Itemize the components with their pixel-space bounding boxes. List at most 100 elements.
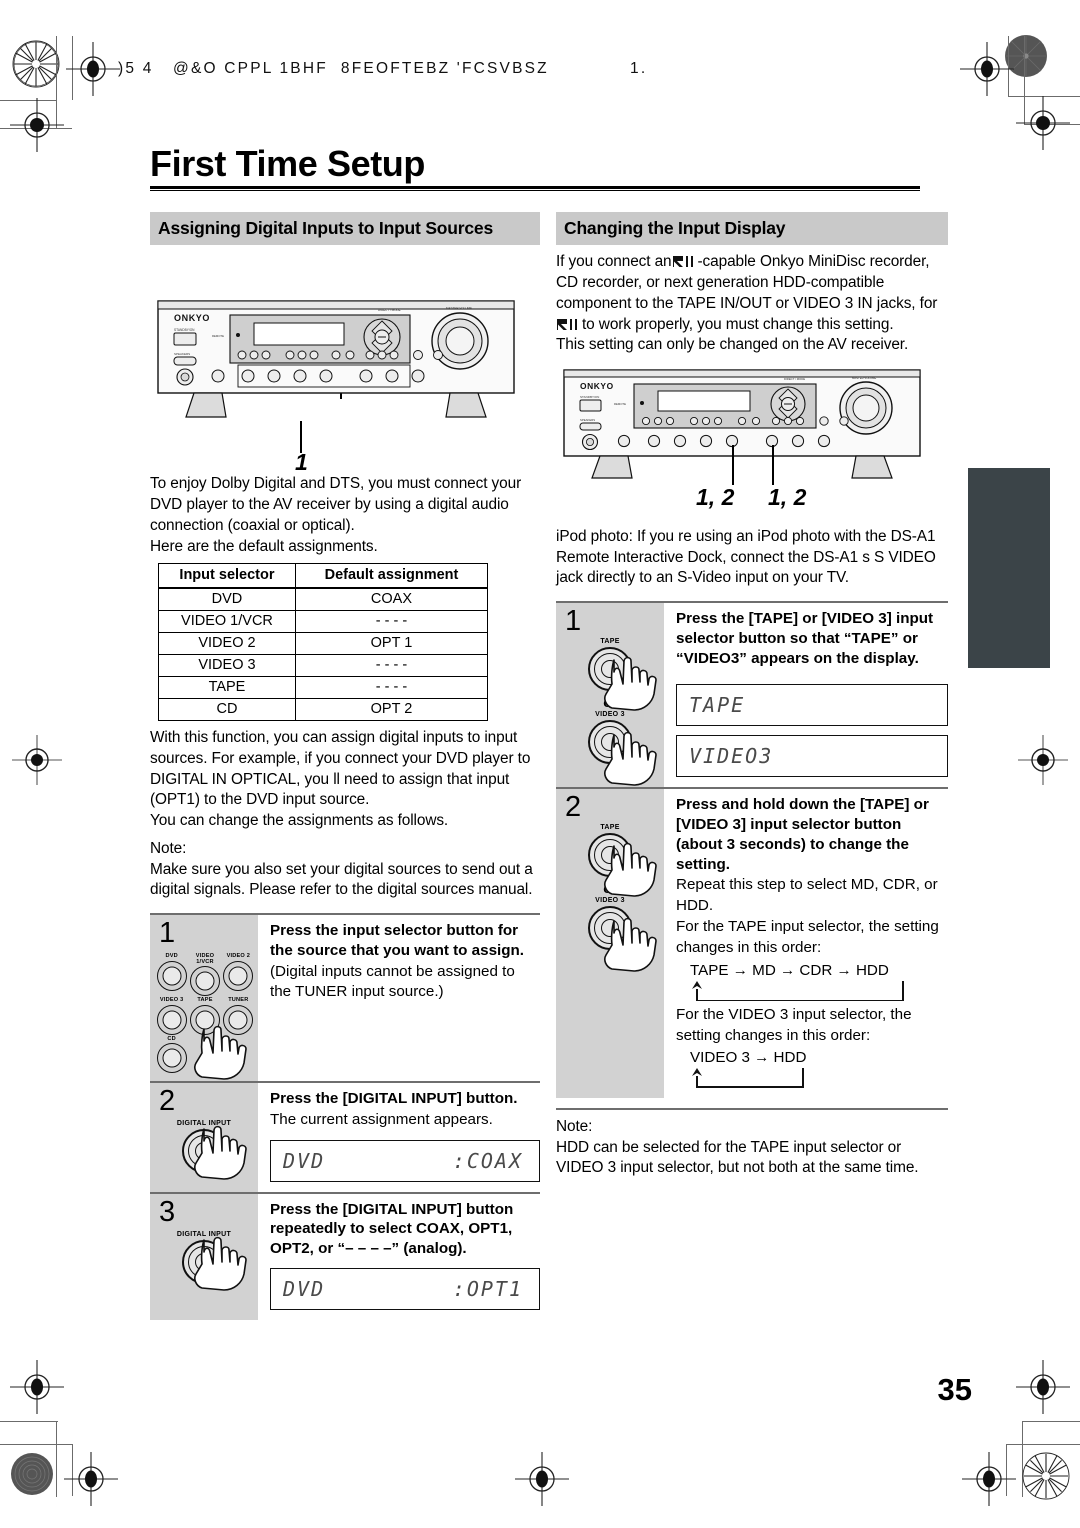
selector-button-tuner[interactable]: TUNER bbox=[223, 998, 254, 1035]
right-step-2-body-1: Repeat this step to select MD, CDR, or H… bbox=[676, 876, 938, 914]
table-row: TAPE - - - - bbox=[158, 676, 489, 700]
table-cell-selector: CD bbox=[158, 698, 296, 722]
table-row: VIDEO 1/VCR - - - - bbox=[158, 610, 489, 634]
display-text: TAPE bbox=[689, 693, 746, 718]
right-intro-part-c: to work properly, you must change this s… bbox=[582, 315, 894, 333]
callout-right-1-2-a: 1, 2 bbox=[696, 483, 735, 510]
tape-button[interactable] bbox=[588, 833, 632, 878]
step-2-illustration: 2 DIGITAL INPUT bbox=[150, 1083, 258, 1192]
button-caption: CD bbox=[167, 1035, 176, 1042]
button-caption: VIDEO 1/VCR bbox=[195, 953, 215, 965]
tape-order-sequence: TAPE → MD → CDR → HDD bbox=[690, 962, 889, 980]
step-3-display: DVD :OPT1 bbox=[270, 1267, 540, 1310]
right-steps-bottom-rule bbox=[556, 1108, 948, 1111]
right-step-2-text: Press and hold down the [TAPE] or [VIDEO… bbox=[664, 789, 948, 1098]
button-caption: TAPE bbox=[197, 997, 213, 1004]
svg-text:MASTER VOLUME: MASTER VOLUME bbox=[446, 306, 472, 310]
display-source: DVD bbox=[283, 1148, 326, 1173]
right-step-2-number: 2 bbox=[565, 791, 582, 824]
step-2-title: Press the [DIGITAL INPUT] button. bbox=[270, 1090, 518, 1108]
right-note-text: HDD can be selected for the TAPE input s… bbox=[556, 1138, 919, 1177]
section-heading-assigning-digital-inputs: Assigning Digital Inputs to Input Source… bbox=[150, 212, 540, 246]
left-note-label: Note: bbox=[150, 839, 187, 857]
video3-button-caption: VIDEO 3 bbox=[595, 711, 625, 719]
video3-button[interactable] bbox=[588, 906, 632, 951]
table-row: DVD COAX bbox=[158, 587, 489, 612]
knob-icon bbox=[156, 1004, 187, 1035]
selector-button-cd[interactable]: CD bbox=[156, 1035, 187, 1074]
page-number: 35 bbox=[937, 1372, 972, 1407]
step-1-text: Press the input selector button for the … bbox=[258, 915, 540, 1081]
table-header-default-assignment: Default assignment bbox=[294, 563, 489, 590]
svg-text:DIRECT / MODE: DIRECT / MODE bbox=[784, 377, 805, 381]
or-label: or bbox=[603, 695, 617, 711]
step-2-number: 2 bbox=[159, 1085, 176, 1118]
right-step-2: 2 TAPE or VIDEO 3 Press and hold down th… bbox=[556, 787, 948, 1099]
knob-icon bbox=[223, 1004, 254, 1035]
knob-icon bbox=[189, 1004, 220, 1035]
right-steps: 1 TAPE or VIDEO 3 Press the [TAPE] or [V… bbox=[556, 601, 948, 1099]
svg-text:ONKYO: ONKYO bbox=[580, 381, 614, 391]
left-intro-paragraph-2: Here are the default assignments. bbox=[150, 537, 378, 555]
step-1-body: (Digital inputs cannot be assigned to th… bbox=[270, 962, 515, 1000]
right-step-2-illustration: 2 TAPE or VIDEO 3 bbox=[556, 789, 664, 1099]
button-caption: VIDEO 2 bbox=[226, 953, 251, 960]
selector-button-video2[interactable]: VIDEO 2 bbox=[223, 953, 254, 996]
right-step-2-title: Press and hold down the [TAPE] or [VIDEO… bbox=[676, 796, 929, 873]
table-row: VIDEO 2 OPT 1 bbox=[158, 632, 489, 656]
table-cell-assignment: - - - - bbox=[294, 654, 489, 678]
svg-text:REMOTE: REMOTE bbox=[212, 334, 224, 338]
left-steps: 1 DVD VIDEO 1/VCR VIDEO 2 VIDEO 3 TAPE T… bbox=[150, 913, 540, 1320]
step-2: 2 DIGITAL INPUT Press the [DIGITAL INPUT… bbox=[150, 1081, 540, 1192]
or-label: or bbox=[603, 881, 617, 897]
step-1-number: 1 bbox=[159, 917, 176, 950]
button-caption: VIDEO 3 bbox=[159, 997, 184, 1004]
tape-button-caption: TAPE bbox=[600, 638, 620, 646]
receiver-illustration-left: 2, 3 ONKYO STANDBY/ON SPEAKERS bbox=[150, 249, 540, 475]
table-cell-selector: VIDEO 3 bbox=[158, 654, 296, 678]
right-step-1-number: 1 bbox=[565, 605, 582, 638]
right-step-1-display-video3: VIDEO3 bbox=[676, 735, 948, 778]
digital-input-button[interactable] bbox=[182, 1239, 226, 1284]
video3-button[interactable] bbox=[588, 720, 632, 765]
svg-text:DIRECT / MODE: DIRECT / MODE bbox=[378, 308, 401, 312]
svg-text:STANDBY/ON: STANDBY/ON bbox=[580, 395, 599, 399]
digital-input-button-caption: DIGITAL INPUT bbox=[176, 1120, 232, 1128]
svg-text:ONKYO: ONKYO bbox=[174, 313, 210, 323]
selector-button-video3[interactable]: VIDEO 3 bbox=[156, 998, 187, 1035]
selector-button-video1-vcr[interactable]: VIDEO 1/VCR bbox=[189, 953, 220, 997]
selector-button-tape[interactable]: TAPE bbox=[189, 998, 220, 1035]
title-rule bbox=[150, 186, 920, 191]
right-step-1-illustration: 1 TAPE or VIDEO 3 bbox=[556, 603, 664, 788]
step-3: 3 DIGITAL INPUT Press the [DIGITAL INPUT… bbox=[150, 1191, 540, 1320]
default-assignment-table: Input selector Default assignment DVD CO… bbox=[158, 563, 489, 722]
running-head: )5 4 @&O CPPL 1BHF 8FEOFTEBZ 'FCSVBSZ bbox=[118, 60, 549, 77]
video3-button-caption: VIDEO 3 bbox=[595, 897, 625, 905]
digital-input-button-caption: DIGITAL INPUT bbox=[176, 1230, 232, 1238]
knob-icon bbox=[156, 960, 187, 991]
digital-input-button[interactable] bbox=[182, 1129, 226, 1174]
callout-right-1-2-b: 1, 2 bbox=[768, 483, 807, 510]
right-step-1: 1 TAPE or VIDEO 3 Press the [TAPE] or [V… bbox=[556, 601, 948, 788]
table-cell-assignment: OPT 1 bbox=[294, 632, 489, 656]
tape-button[interactable] bbox=[588, 647, 632, 692]
table-cell-assignment: - - - - bbox=[294, 610, 489, 634]
svg-text:MASTER VOLUME: MASTER VOLUME bbox=[852, 376, 876, 380]
page-title: First Time Setup bbox=[150, 143, 425, 184]
left-column: Assigning Digital Inputs to Input Source… bbox=[150, 212, 540, 1320]
ipod-note-paragraph: iPod photo: If you re using an iPod phot… bbox=[556, 527, 936, 587]
input-selector-button-grid: DVD VIDEO 1/VCR VIDEO 2 VIDEO 3 TAPE TUN… bbox=[150, 948, 258, 1074]
ri-logo-icon bbox=[556, 318, 582, 331]
table-cell-assignment: - - - - bbox=[294, 676, 489, 700]
video3-order-sequence: VIDEO 3 → HDD bbox=[690, 1049, 807, 1067]
tape-button-caption: TAPE bbox=[600, 824, 620, 832]
selector-button-dvd[interactable]: DVD bbox=[156, 953, 187, 996]
ri-logo-icon bbox=[672, 255, 698, 268]
running-head-right: 1. bbox=[630, 60, 648, 77]
svg-text:SPEAKERS: SPEAKERS bbox=[580, 418, 595, 422]
display-source: DVD bbox=[283, 1276, 326, 1301]
right-step-1-title: Press the [TAPE] or [VIDEO 3] input sele… bbox=[676, 610, 934, 667]
tape-order-loop-arrow bbox=[676, 979, 948, 1002]
button-caption: DVD bbox=[165, 953, 178, 960]
right-note-label: Note: bbox=[556, 1118, 593, 1136]
